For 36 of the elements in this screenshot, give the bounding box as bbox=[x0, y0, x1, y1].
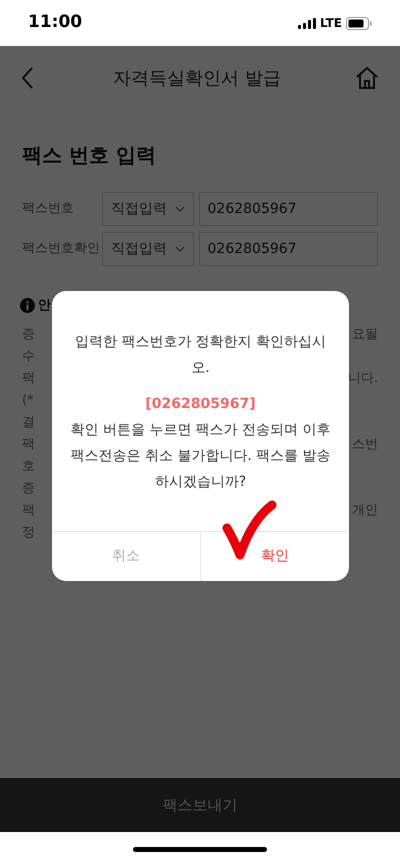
field-label: 팩스번호 bbox=[22, 200, 75, 218]
dialog-message: 입력한 팩스번호가 정확한지 확인하십시오. bbox=[74, 333, 328, 378]
notice-text: 니다. bbox=[348, 370, 378, 388]
notice-text: (* bbox=[22, 392, 34, 410]
notice-title: 안 bbox=[38, 297, 51, 315]
notice-text: 팩 bbox=[22, 436, 35, 454]
notice-text: 요될 bbox=[352, 326, 378, 344]
fax-number-field[interactable]: 0262805967 bbox=[198, 232, 378, 266]
input-type-select[interactable]: 직접입력 bbox=[102, 232, 194, 266]
signal-icon bbox=[298, 18, 316, 28]
notice-text: 개인 bbox=[352, 502, 378, 520]
network-label: LTE bbox=[320, 15, 342, 32]
status-time: 11:00 bbox=[28, 11, 82, 34]
cancel-button[interactable]: 취소 bbox=[52, 532, 200, 581]
notice-text: 증 bbox=[22, 326, 35, 344]
chevron-down-icon bbox=[174, 246, 185, 252]
notice-text: 호 bbox=[22, 458, 35, 476]
home-button[interactable] bbox=[354, 65, 380, 91]
notice-text: 증 bbox=[22, 480, 35, 498]
notice-text: 스번 bbox=[352, 436, 378, 454]
dialog-message: 확인 버튼을 누르면 팩스가 전송되며 이후 팩스전송은 취소 불가합니다. 팩스를 발송하시겠습니까? bbox=[70, 421, 331, 492]
notice-text: 팩 bbox=[22, 502, 35, 520]
notice-text: 결 bbox=[22, 414, 35, 432]
section-title: 팩스 번호 입력 bbox=[22, 142, 157, 169]
chevron-down-icon bbox=[174, 206, 185, 212]
confirm-button[interactable]: 확인 bbox=[200, 532, 349, 581]
fax-number-text: [0262805967] bbox=[145, 395, 256, 414]
notice-text: 수 bbox=[22, 348, 35, 366]
notice-text: 정 bbox=[22, 524, 35, 542]
notice-text: 팩 bbox=[22, 370, 35, 388]
fax-number-field[interactable]: 0262805967 bbox=[198, 192, 378, 226]
field-label: 팩스번호확인 bbox=[22, 240, 101, 258]
page-title: 자격득실확인서 발급 bbox=[113, 66, 281, 90]
info-icon bbox=[20, 298, 35, 314]
battery-icon bbox=[346, 16, 372, 30]
input-type-select[interactable]: 직접입력 bbox=[102, 192, 194, 226]
